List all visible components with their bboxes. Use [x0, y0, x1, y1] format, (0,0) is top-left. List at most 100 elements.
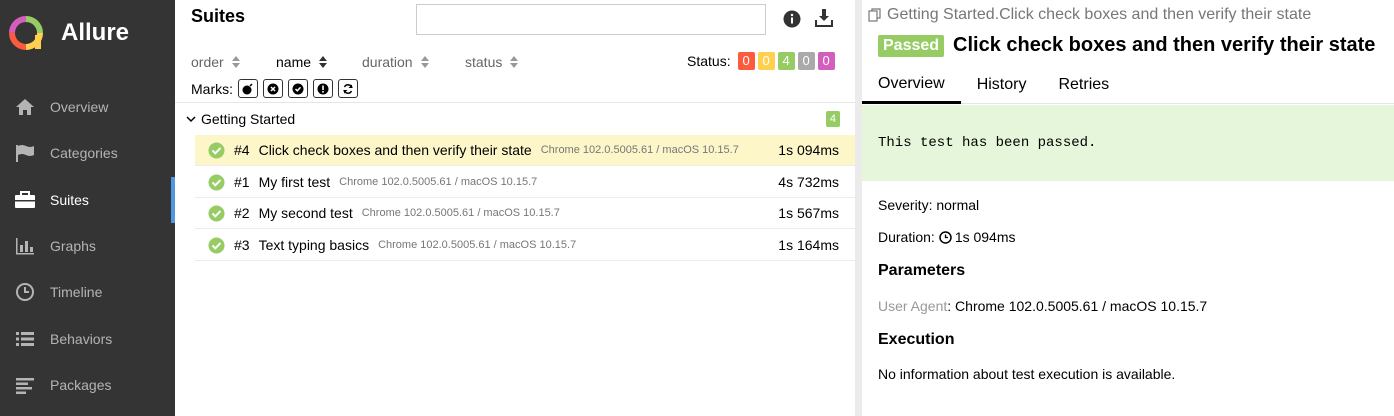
sidebar-item-label: Overview: [50, 99, 109, 116]
sidebar-item-label: Behaviors: [50, 330, 113, 347]
sidebar-item-label: Timeline: [50, 284, 103, 301]
suites-pane: Suites order name duration status Status…: [175, 0, 855, 416]
bar-chart-icon: [14, 236, 36, 256]
parameters-heading: Parameters: [878, 262, 966, 279]
test-duration: 1s 567ms: [778, 205, 839, 221]
parameter-key: User Agent: [878, 298, 948, 314]
sidebar: Allure Overview Categories Suites Graphs: [0, 0, 175, 416]
download-icon[interactable]: [815, 8, 833, 28]
test-parameters: Chrome 102.0.5005.61 / macOS 10.15.7: [339, 176, 538, 188]
sort-status-label: status: [465, 54, 503, 70]
parameter-value: : Chrome 102.0.5005.61 / macOS 10.15.7: [947, 298, 1208, 314]
sidebar-item-suites[interactable]: Suites: [0, 176, 175, 223]
test-parameters: Chrome 102.0.5005.61 / macOS 10.15.7: [361, 207, 560, 219]
status-passed-badge[interactable]: 4: [777, 52, 795, 70]
sidebar-item-label: Packages: [50, 376, 112, 393]
tab-history[interactable]: History: [961, 66, 1043, 104]
exclamation-circle-icon: [317, 83, 329, 94]
test-parameters: Chrome 102.0.5005.61 / macOS 10.15.7: [378, 239, 577, 251]
sort-duration-label: duration: [362, 54, 413, 70]
test-row[interactable]: #3 Text typing basics Chrome 102.0.5005.…: [195, 230, 855, 261]
sidebar-item-label: Graphs: [50, 238, 96, 255]
mark-bomb-button[interactable]: [238, 79, 258, 98]
suite-group-count: 4: [825, 111, 840, 127]
sidebar-item-label: Suites: [50, 191, 89, 208]
sort-status[interactable]: status: [465, 54, 519, 70]
sidebar-item-timeline[interactable]: Timeline: [0, 269, 175, 315]
test-parameters: Chrome 102.0.5005.61 / macOS 10.15.7: [540, 144, 739, 156]
sort-name-label: name: [276, 54, 312, 70]
sort-arrows-icon: [231, 56, 240, 68]
check-circle-icon: [292, 83, 304, 94]
suite-group-title: Getting Started: [201, 111, 296, 127]
mark-known-button[interactable]: [313, 79, 333, 98]
status-message: This test has been passed.: [862, 105, 1394, 181]
execution-text: No information about test execution is a…: [878, 366, 1176, 382]
flag-icon: [14, 143, 36, 163]
duration-label: Duration:: [878, 229, 935, 245]
tab-overview[interactable]: Overview: [862, 66, 961, 104]
test-detail-pane: Getting Started.Click check boxes and th…: [862, 0, 1394, 416]
clock-icon: [939, 230, 952, 244]
test-row[interactable]: #4 Click check boxes and then verify the…: [195, 135, 855, 166]
test-duration: 4s 732ms: [778, 174, 839, 190]
tab-retries[interactable]: Retries: [1042, 66, 1125, 104]
sidebar-item-overview[interactable]: Overview: [0, 84, 175, 130]
mark-retries-button[interactable]: [338, 79, 358, 98]
test-title: Click check boxes and then verify their …: [953, 34, 1376, 56]
status-broken-badge[interactable]: 0: [757, 52, 775, 70]
test-name: Click check boxes and then verify their …: [258, 142, 532, 158]
status-badge: Passed: [878, 34, 945, 57]
test-duration: 1s 094ms: [778, 142, 839, 158]
severity-line: Severity: normal: [878, 197, 980, 213]
page-title: Suites: [191, 6, 246, 26]
list-icon: [14, 329, 36, 349]
home-icon: [14, 97, 36, 117]
sidebar-item-graphs[interactable]: Graphs: [0, 223, 175, 269]
marks-filter: Marks:: [191, 79, 358, 98]
test-number: #2: [234, 205, 250, 221]
detail-tabs: Overview History Retries: [862, 66, 1394, 104]
mark-new-button[interactable]: [288, 79, 308, 98]
test-name: My second test: [258, 205, 353, 221]
mark-flaky-button[interactable]: [263, 79, 283, 98]
passed-status-icon: [208, 142, 225, 158]
sidebar-item-categories[interactable]: Categories: [0, 130, 175, 176]
search-input[interactable]: [416, 4, 766, 35]
sort-arrows-icon: [420, 56, 429, 68]
status-skipped-badge[interactable]: 0: [797, 52, 815, 70]
sort-order[interactable]: order: [191, 54, 276, 70]
sort-arrows-icon: [319, 56, 328, 68]
execution-heading: Execution: [878, 331, 955, 348]
status-failed-badge[interactable]: 0: [737, 52, 755, 70]
passed-status-icon: [208, 205, 225, 221]
test-number: #1: [234, 174, 250, 190]
status-unknown-badge[interactable]: 0: [817, 52, 835, 70]
sidebar-item-behaviors[interactable]: Behaviors: [0, 315, 175, 361]
info-icon[interactable]: [783, 10, 801, 28]
brand[interactable]: Allure: [0, 0, 175, 66]
duration-line: Duration: 1s 094ms: [878, 229, 1016, 245]
passed-status-icon: [208, 174, 225, 190]
sort-duration[interactable]: duration: [362, 54, 465, 70]
test-duration: 1s 164ms: [778, 237, 839, 253]
pane-splitter[interactable]: [855, 0, 862, 416]
chevron-down-icon: [186, 116, 196, 123]
bomb-icon: [242, 82, 253, 94]
test-row[interactable]: #2 My second test Chrome 102.0.5005.61 /…: [195, 198, 855, 229]
sidebar-item-label: Categories: [50, 145, 118, 162]
test-number: #3: [234, 237, 250, 253]
breadcrumb-text: Getting Started.Click check boxes and th…: [887, 6, 1312, 23]
align-left-icon: [14, 375, 36, 395]
test-name: Text typing basics: [258, 237, 370, 253]
test-row[interactable]: #1 My first test Chrome 102.0.5005.61 / …: [195, 167, 855, 198]
suite-group[interactable]: Getting Started 4: [185, 108, 840, 130]
status-label: Status:: [687, 53, 731, 69]
briefcase-icon: [14, 190, 36, 210]
copy-icon[interactable]: [868, 8, 882, 22]
sort-name[interactable]: name: [276, 54, 362, 70]
parameter-line: User Agent : Chrome 102.0.5005.61 / macO…: [878, 298, 1207, 314]
status-filter: Status: 0 0 4 0 0: [687, 52, 835, 70]
sidebar-item-packages[interactable]: Packages: [0, 362, 175, 408]
times-circle-icon: [267, 83, 279, 94]
